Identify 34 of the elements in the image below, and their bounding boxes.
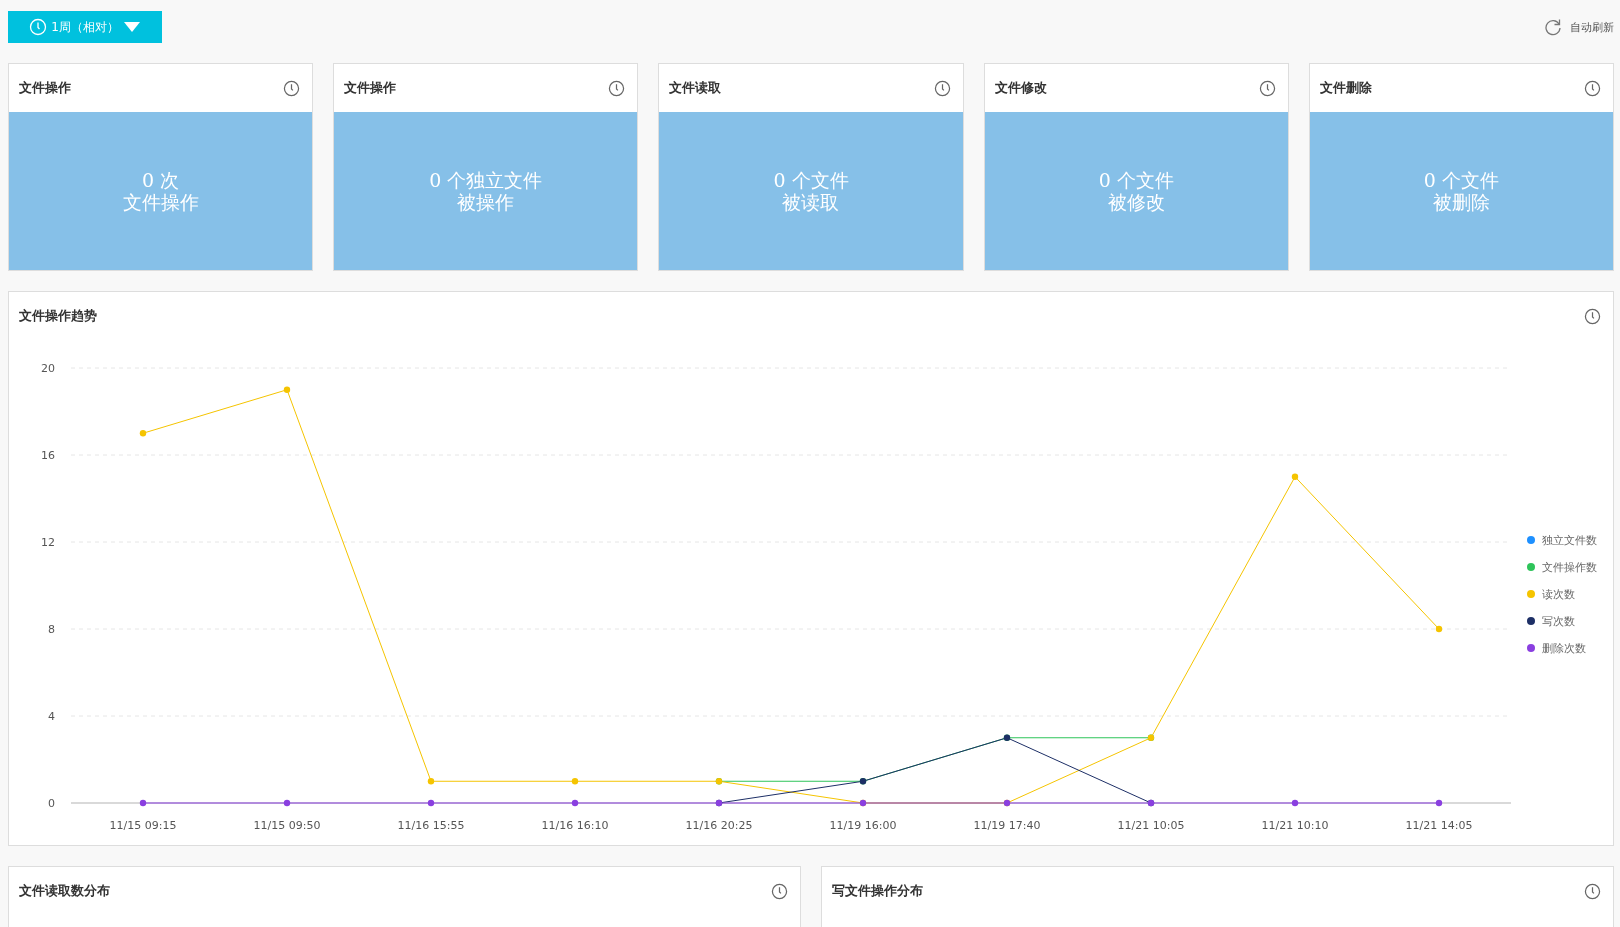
stat-value: 0 次 — [142, 169, 180, 191]
card-title: 文件读取 — [669, 79, 722, 97]
panel-title: 文件操作趋势 — [19, 307, 97, 325]
axis-tick-label: 11/16 16:10 — [541, 819, 609, 832]
stat-value: 被修改 — [1107, 191, 1165, 213]
axis-tick-label: 16 — [41, 449, 55, 462]
axis-tick-label: 8 — [48, 623, 55, 636]
stat-value: 被读取 — [782, 191, 840, 213]
stat-value: 文件操作 — [122, 191, 199, 213]
stat-value: 0 个文件 — [1098, 169, 1174, 191]
card-title: 文件操作 — [19, 79, 71, 97]
axis-tick-label: 0 — [48, 797, 55, 810]
axis-tick-label: 11/16 20:25 — [685, 819, 753, 832]
stat-value: 被删除 — [1432, 191, 1490, 213]
card-title: 文件删除 — [1319, 79, 1372, 97]
axis-tick-label: 11/15 09:15 — [109, 819, 177, 832]
card-title: 文件操作 — [344, 79, 397, 97]
axis-tick-label: 11/19 16:00 — [829, 819, 897, 832]
card-title: 文件修改 — [994, 79, 1047, 97]
axis-tick-label: 11/19 17:40 — [973, 819, 1041, 832]
stat-value: 0 个独立文件 — [429, 169, 543, 191]
axis-tick-label: 12 — [41, 536, 55, 549]
stat-value: 0 个文件 — [773, 169, 849, 191]
axis-tick-label: 11/21 10:05 — [1117, 819, 1185, 832]
axis-tick-label: 11/21 14:05 — [1405, 819, 1473, 832]
axis-tick-label: 20 — [41, 362, 55, 375]
axis-tick-label: 11/16 15:55 — [397, 819, 465, 832]
stat-value: 0 个文件 — [1423, 169, 1499, 191]
axis-tick-label: 11/15 09:50 — [253, 819, 321, 832]
panel-title: 文件读取数分布 — [19, 882, 110, 900]
axis-tick-label: 11/21 10:10 — [1261, 819, 1329, 832]
axis-tick-label: 4 — [48, 710, 55, 723]
stat-value: 被操作 — [457, 191, 515, 213]
panel-title: 写文件操作分布 — [832, 882, 923, 900]
